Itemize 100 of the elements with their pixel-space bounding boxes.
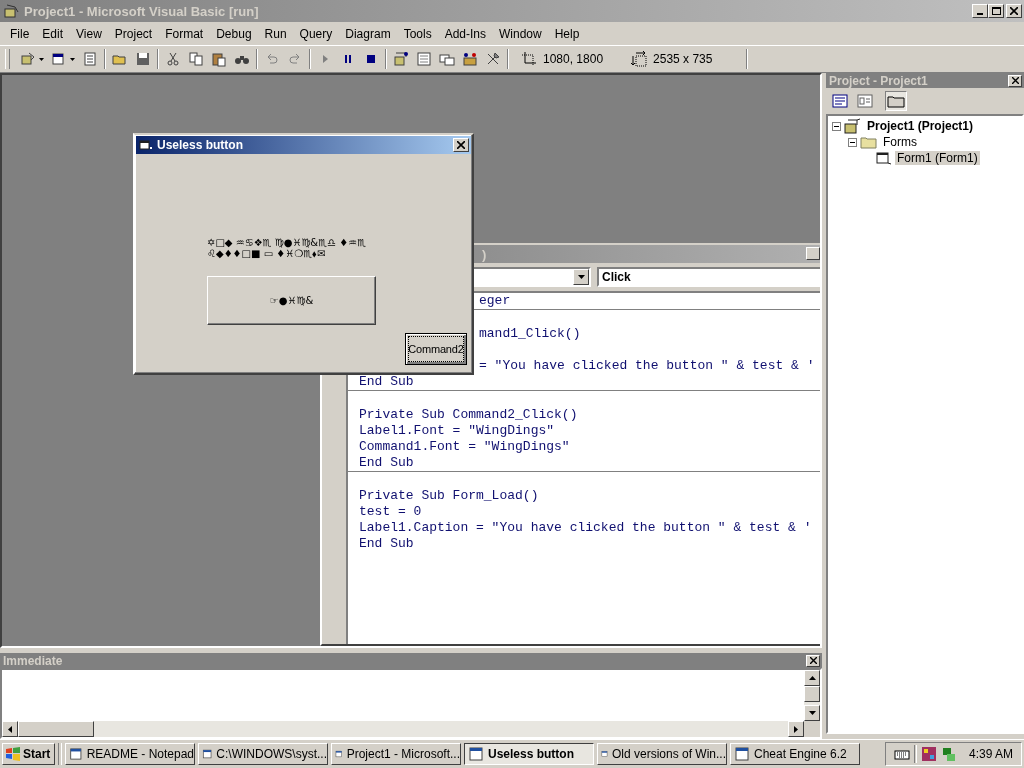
- menu-item[interactable]: Debug: [209, 26, 258, 41]
- horizontal-scrollbar[interactable]: [2, 721, 804, 737]
- expander-icon[interactable]: [848, 137, 857, 147]
- expander-icon[interactable]: [832, 121, 841, 131]
- caret-icon[interactable]: [39, 57, 44, 61]
- properties-icon[interactable]: [416, 51, 432, 67]
- minimize-button[interactable]: [972, 4, 988, 18]
- maximize-button[interactable]: [988, 4, 1004, 18]
- menu-item[interactable]: Query: [292, 26, 339, 41]
- form-icon: [139, 139, 153, 151]
- code-line: mand1_Click(): [479, 326, 581, 342]
- menu-item[interactable]: View: [69, 26, 108, 41]
- app-icon: [202, 746, 213, 762]
- app-icon: [69, 746, 83, 762]
- code-line: Label1.Font = "WingDings": [359, 423, 555, 439]
- close-button[interactable]: [1006, 4, 1022, 18]
- menu-item[interactable]: Run: [257, 26, 293, 41]
- menu-item[interactable]: Edit: [35, 26, 70, 41]
- close-button[interactable]: [453, 138, 469, 152]
- procedure-dropdown[interactable]: Click: [597, 267, 820, 287]
- view-code-button[interactable]: [829, 91, 851, 111]
- form-icon: [876, 151, 892, 165]
- left-arrow-icon[interactable]: [8, 725, 12, 733]
- network-icon[interactable]: [940, 746, 957, 762]
- scroll-thumb[interactable]: [18, 721, 94, 737]
- panel-title: Immediate: [3, 653, 63, 668]
- toolbox-icon[interactable]: [485, 51, 501, 67]
- toggle-folders-button[interactable]: [885, 91, 907, 111]
- add-form-icon[interactable]: [51, 51, 67, 67]
- symbol-button[interactable]: ☞●♓♍&: [207, 276, 376, 325]
- form-view-icon: [857, 94, 873, 108]
- taskbar-button[interactable]: Old versions of Win...: [597, 743, 727, 765]
- project-icon: [844, 118, 862, 134]
- dialog-title: Useless button: [157, 138, 244, 152]
- code-line: End Sub: [359, 374, 414, 390]
- menu-item[interactable]: Help: [547, 26, 586, 41]
- menu-item[interactable]: Project: [107, 26, 159, 41]
- clock: 4:39 AM: [968, 747, 1013, 761]
- folder-icon: [887, 94, 905, 108]
- dropdown-arrow-icon: [577, 275, 585, 279]
- project-explorer-icon[interactable]: [393, 51, 409, 67]
- taskbar-button[interactable]: README - Notepad: [65, 743, 195, 765]
- menu-item[interactable]: Window: [492, 26, 548, 41]
- app-icon: [4, 3, 20, 19]
- close-icon: [1010, 7, 1018, 15]
- menu-item[interactable]: Diagram: [338, 26, 397, 41]
- copy-icon[interactable]: [188, 51, 204, 67]
- code-line: Private Sub Command2_Click(): [359, 407, 578, 423]
- scroll-thumb[interactable]: [804, 686, 820, 702]
- add-project-icon[interactable]: [20, 51, 36, 67]
- menu-item[interactable]: File: [3, 26, 36, 41]
- close-button[interactable]: [806, 654, 820, 667]
- menu-item[interactable]: Format: [158, 26, 210, 41]
- tree-item[interactable]: Project1 (Project1): [865, 119, 976, 133]
- close-button[interactable]: [1008, 74, 1022, 87]
- object-browser-icon[interactable]: [462, 51, 478, 67]
- folder-icon: [860, 135, 878, 149]
- tree-item[interactable]: Forms: [881, 135, 919, 149]
- tray-app-icon[interactable]: [920, 746, 937, 762]
- size-readout: 2535 x 735: [653, 52, 713, 66]
- code-sheet-icon: [832, 94, 848, 108]
- keyboard-icon[interactable]: [893, 748, 910, 760]
- code-line: End Sub: [359, 536, 414, 552]
- start-button[interactable]: Start: [2, 743, 55, 765]
- taskbar-button[interactable]: Useless button: [464, 743, 594, 765]
- maximize-icon: [991, 7, 1001, 15]
- position-icon: [521, 51, 537, 67]
- save-icon[interactable]: [135, 51, 151, 67]
- panel-title: Project - Project1: [829, 73, 928, 88]
- cut-icon[interactable]: [165, 51, 181, 67]
- vertical-scrollbar[interactable]: [804, 670, 820, 721]
- view-object-button[interactable]: [854, 91, 876, 111]
- down-arrow-icon[interactable]: [808, 711, 816, 715]
- code-line: eger: [479, 293, 511, 309]
- right-arrow-icon[interactable]: [794, 725, 798, 733]
- code-line: Command1.Font = "WingDings": [359, 439, 570, 455]
- window-title: ): [482, 246, 487, 262]
- menu-item[interactable]: Add-Ins: [437, 26, 492, 41]
- code-line: test = 0: [359, 504, 422, 520]
- menu-item[interactable]: Tools: [396, 26, 438, 41]
- symbol-label: ♌◆♦♦□■ ▭ ♦♓❍♏⬧✉: [207, 248, 327, 259]
- taskbar-button[interactable]: Project1 - Microsoft...: [331, 743, 461, 765]
- close-icon: [457, 141, 465, 149]
- code-line: = "You have clicked the button " & test & ': [479, 358, 815, 374]
- taskbar-button[interactable]: C:\WINDOWS\syst...: [198, 743, 328, 765]
- menu-editor-icon[interactable]: [82, 51, 98, 67]
- close-icon: [1011, 77, 1019, 84]
- command-button[interactable]: Command2: [405, 333, 467, 365]
- code-line: Private Sub Form_Load(): [359, 488, 539, 504]
- window-title: Project1 - Microsoft Visual Basic [run]: [24, 3, 260, 19]
- size-icon: [631, 51, 648, 67]
- tree-item[interactable]: Form1 (Form1): [895, 151, 980, 165]
- windows-logo-icon: [5, 747, 21, 761]
- form-layout-icon[interactable]: [439, 51, 455, 67]
- paste-icon[interactable]: [211, 51, 227, 67]
- window-button[interactable]: [806, 247, 820, 260]
- caret-icon[interactable]: [70, 57, 75, 61]
- app-icon: [734, 746, 750, 762]
- taskbar-button[interactable]: Cheat Engine 6.2: [730, 743, 860, 765]
- up-arrow-icon[interactable]: [808, 676, 816, 680]
